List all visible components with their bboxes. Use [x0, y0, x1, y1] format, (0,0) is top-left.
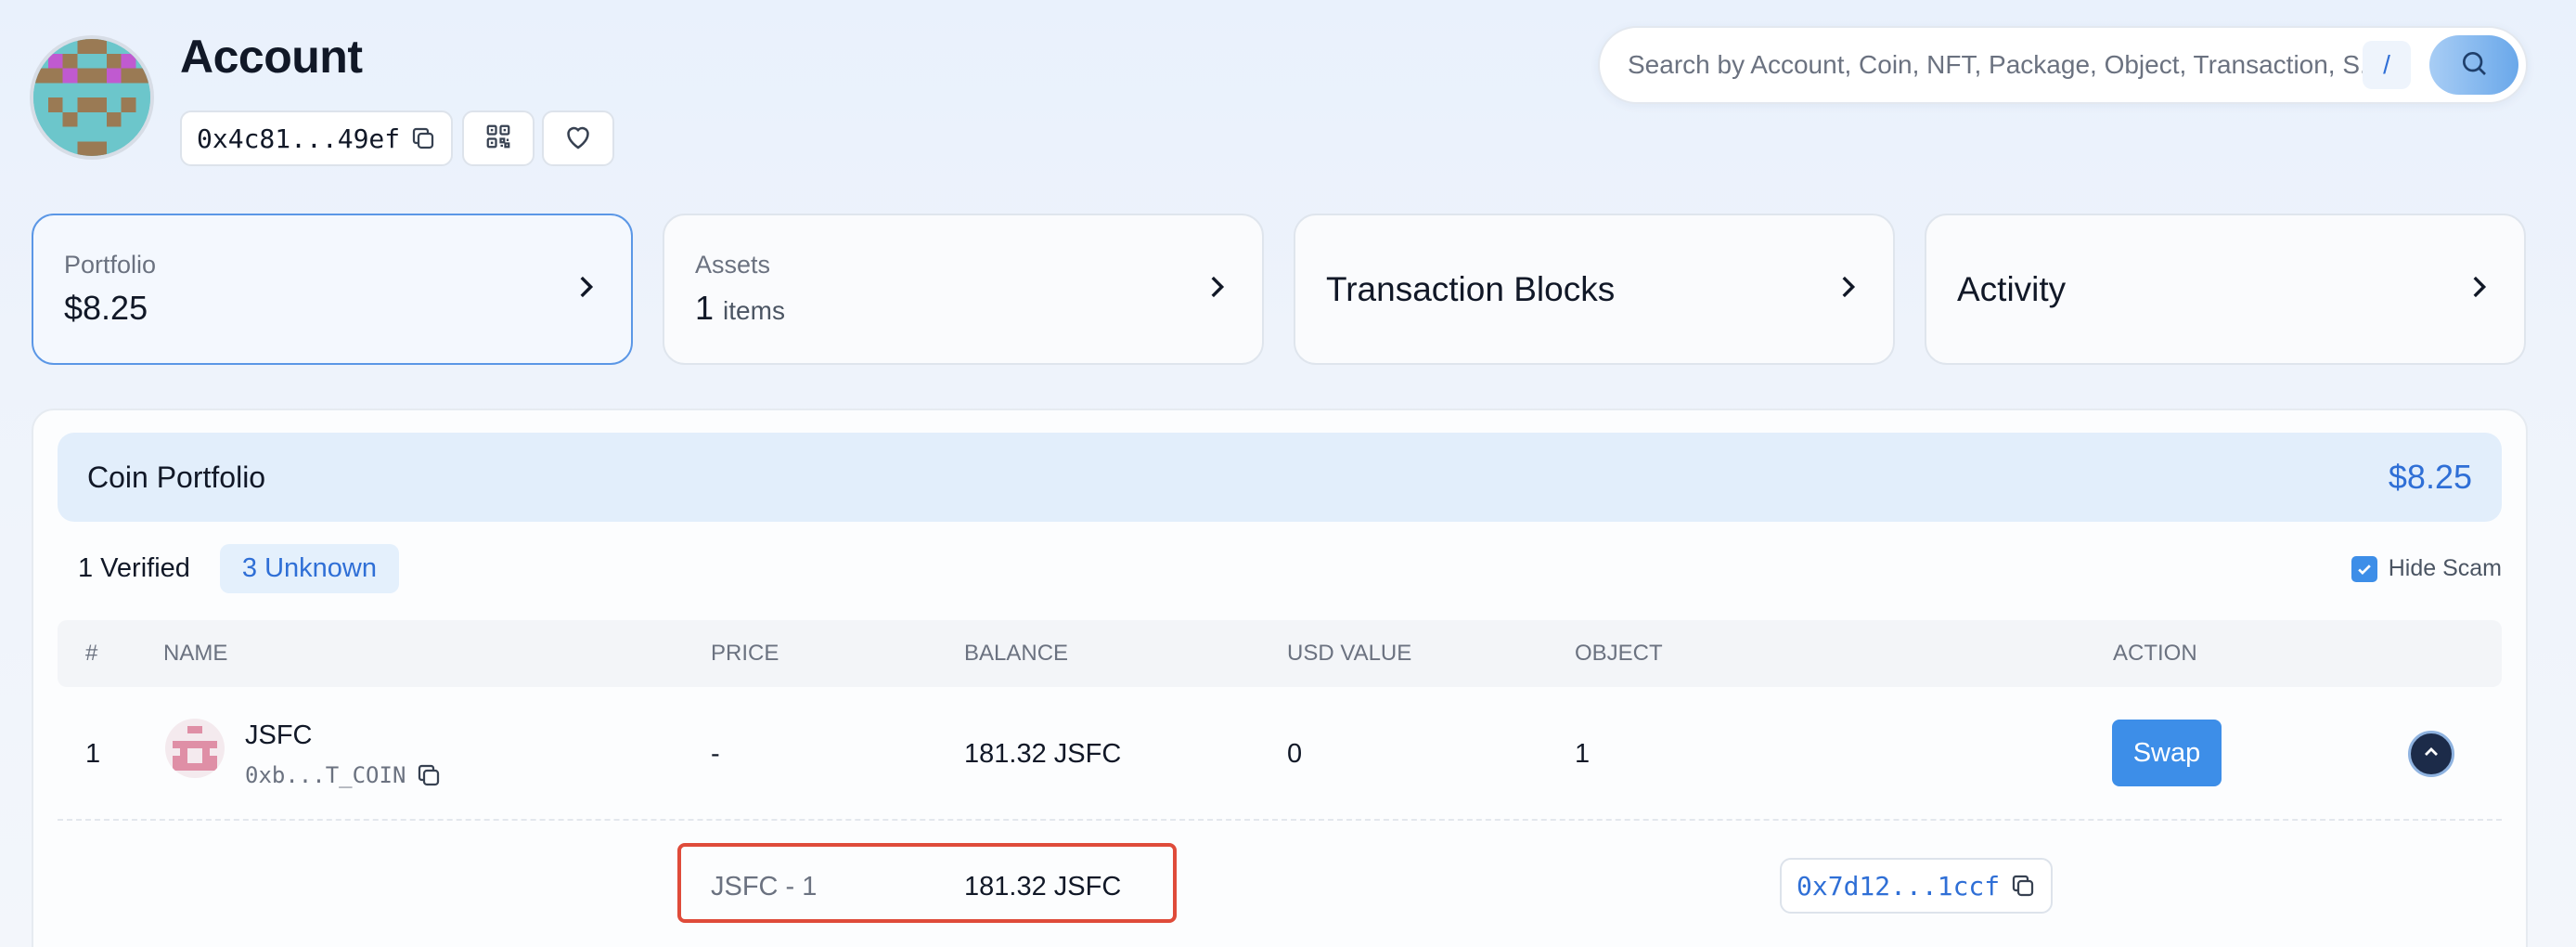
chevron-right-icon	[2463, 271, 2494, 307]
coin-type: 0xb...T_COIN	[245, 761, 443, 789]
row-divider	[58, 819, 2502, 821]
table-header: # NAME PRICE BALANCE USD VALUE OBJECT AC…	[58, 620, 2502, 687]
column-header-balance: BALANCE	[964, 641, 1069, 666]
object-id[interactable]: 0x7d12...1ccf	[1780, 858, 2053, 914]
row-index: 1	[85, 739, 101, 769]
filter-unknown[interactable]: 3 Unknown	[219, 544, 400, 593]
copy-icon[interactable]	[409, 124, 437, 152]
global-search: /	[1598, 26, 2528, 104]
hide-scam-toggle[interactable]: Hide Scam	[2351, 555, 2502, 582]
column-header-usd-value: USD VALUE	[1287, 641, 1412, 666]
qr-code-icon	[484, 123, 512, 155]
copy-icon[interactable]	[2009, 872, 2037, 900]
portfolio-value: $8.25	[64, 289, 148, 327]
tab-portfolio[interactable]: Portfolio $8.25	[32, 214, 633, 365]
hide-scam-label: Hide Scam	[2388, 555, 2502, 581]
tab-assets[interactable]: Assets 1 items	[663, 214, 1264, 365]
chevron-right-icon	[570, 271, 601, 307]
coin-portfolio-total: $8.25	[2388, 458, 2472, 496]
coin-filter-tabs: 1 Verified 3 Unknown	[58, 544, 400, 593]
filter-verified[interactable]: 1 Verified	[58, 546, 209, 591]
account-avatar	[33, 39, 150, 156]
coin-portfolio-title: Coin Portfolio	[87, 460, 266, 494]
portfolio-label: Portfolio	[64, 251, 157, 279]
coin-name-link[interactable]: JSFC	[245, 720, 313, 751]
coin-price: -	[711, 739, 720, 769]
copy-icon[interactable]	[415, 761, 443, 789]
column-header-index: #	[85, 641, 98, 666]
account-page: Account 0x4c81...49ef Search by Account,…	[0, 0, 2576, 947]
assets-unit: items	[723, 296, 785, 325]
coin-portfolio-header: Coin Portfolio $8.25	[58, 433, 2502, 522]
search-icon	[2459, 48, 2489, 83]
object-balance: 181.32 JSFC	[964, 872, 1122, 902]
chevron-right-icon	[1201, 271, 1232, 307]
object-id-link[interactable]: 0x7d12...1ccf	[1797, 871, 2000, 902]
chevron-right-icon	[1832, 271, 1863, 307]
coin-avatar	[165, 719, 225, 778]
search-shortcut-key: /	[2363, 41, 2411, 89]
qr-code-button[interactable]	[462, 110, 535, 166]
object-label: JSFC - 1	[711, 872, 818, 902]
column-header-action: ACTION	[2113, 641, 2197, 666]
heart-icon	[561, 120, 595, 158]
activity-label: Activity	[1957, 269, 2067, 308]
chevron-up-icon	[2420, 741, 2442, 768]
collapse-row-button[interactable]	[2408, 731, 2454, 777]
page-title: Account	[180, 31, 363, 83]
column-header-price: PRICE	[711, 641, 779, 666]
tab-transaction-blocks[interactable]: Transaction Blocks	[1294, 214, 1895, 365]
coin-usd-value: 0	[1287, 739, 1303, 769]
account-address[interactable]: 0x4c81...49ef	[180, 110, 453, 166]
assets-count: 1	[695, 289, 715, 327]
assets-label: Assets	[695, 251, 771, 279]
coin-balance: 181.32 JSFC	[964, 739, 1122, 769]
transaction-blocks-label: Transaction Blocks	[1326, 269, 1616, 308]
account-address-text: 0x4c81...49ef	[197, 123, 401, 154]
favorite-button[interactable]	[542, 110, 614, 166]
coin-portfolio-panel: Coin Portfolio $8.25 1 Verified 3 Unknow…	[32, 409, 2528, 947]
search-button[interactable]	[2429, 35, 2518, 95]
column-header-object: OBJECT	[1575, 641, 1663, 666]
column-header-name: NAME	[163, 641, 228, 666]
coin-object-count: 1	[1575, 739, 1591, 769]
hide-scam-checkbox[interactable]	[2351, 555, 2377, 582]
search-input[interactable]	[1628, 50, 2363, 80]
swap-button[interactable]: Swap	[2112, 720, 2222, 786]
coin-type-text: 0xb...T_COIN	[245, 762, 406, 788]
tab-activity[interactable]: Activity	[1925, 214, 2526, 365]
